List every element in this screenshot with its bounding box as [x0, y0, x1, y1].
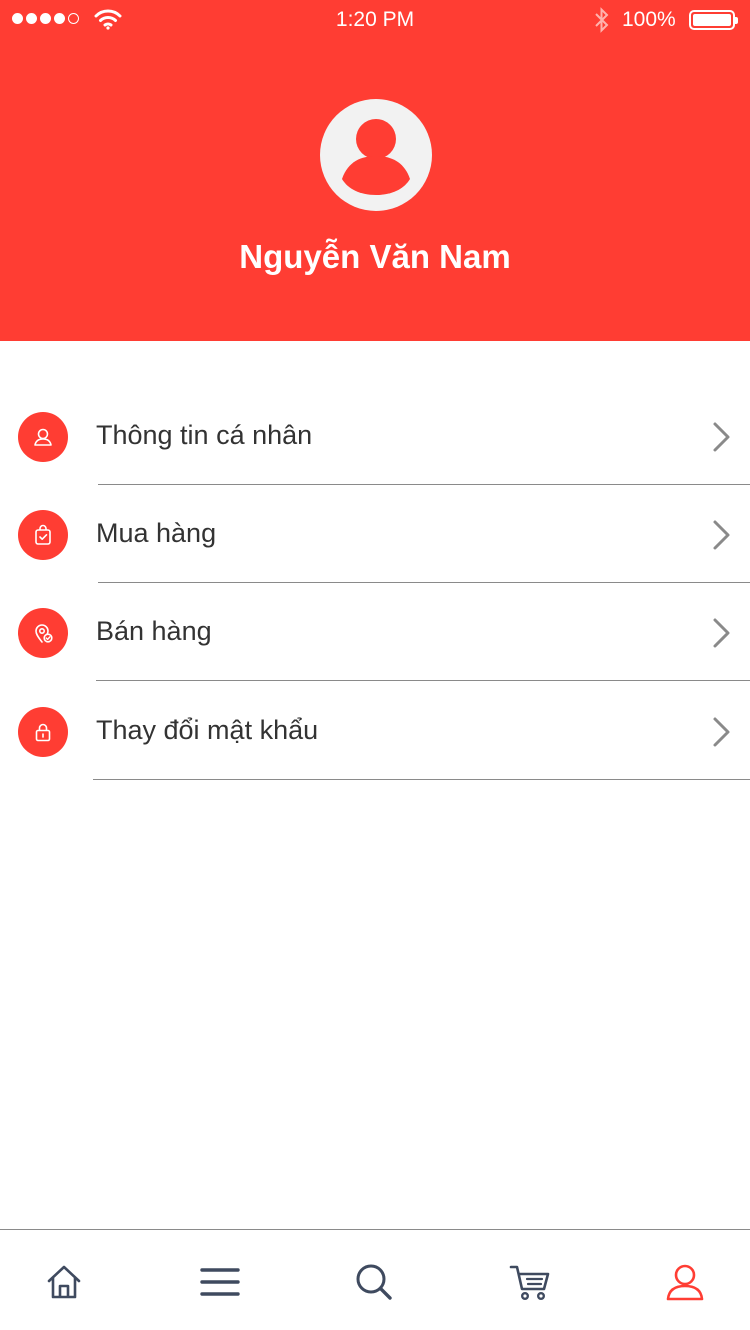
menu-item-label: Thông tin cá nhân: [96, 420, 313, 450]
bottom-nav: [0, 1229, 750, 1330]
nav-cart-button[interactable]: [508, 1260, 552, 1304]
menu-item-purchases[interactable]: Mua hàng: [0, 510, 750, 608]
search-icon: [356, 1264, 392, 1300]
menu-item-change-password[interactable]: Thay đổi mật khẩu: [0, 707, 750, 805]
nav-home-button[interactable]: [42, 1260, 86, 1304]
nav-search-button[interactable]: [352, 1260, 396, 1304]
location-check-icon: [18, 608, 68, 658]
menu-icon: [200, 1268, 240, 1296]
user-avatar-icon: [342, 119, 410, 195]
menu-divider: [98, 582, 750, 583]
user-icon: [18, 412, 68, 462]
menu-item-label: Bán hàng: [96, 616, 212, 646]
battery-icon: [689, 10, 738, 30]
chevron-right-icon: [713, 422, 730, 452]
menu-item-label: Mua hàng: [96, 518, 217, 548]
menu-divider: [98, 484, 750, 485]
menu-divider: [96, 680, 750, 681]
battery-percentage: 100%: [622, 8, 676, 31]
status-bar: 1:20 PM 100%: [0, 0, 750, 40]
menu-item-sales[interactable]: Bán hàng: [0, 608, 750, 706]
cart-icon: [509, 1265, 550, 1301]
chevron-right-icon: [713, 717, 730, 747]
chevron-right-icon: [713, 520, 730, 550]
profile-icon: [666, 1264, 704, 1301]
profile-name: Nguyễn Văn Nam: [239, 238, 511, 275]
nav-profile-button[interactable]: [663, 1260, 707, 1304]
chevron-right-icon: [713, 618, 730, 648]
menu-item-personal-info[interactable]: Thông tin cá nhân: [0, 412, 750, 510]
menu-item-label: Thay đổi mật khẩu: [96, 715, 319, 745]
avatar[interactable]: [320, 99, 432, 211]
shopping-bag-check-icon: [18, 510, 68, 560]
profile-header: 1:20 PM 100% Nguyễn Văn Nam: [0, 0, 750, 341]
menu-divider: [93, 779, 750, 780]
lock-icon: [18, 707, 68, 757]
home-icon: [47, 1265, 81, 1299]
bluetooth-icon: [595, 7, 609, 33]
nav-menu-button[interactable]: [198, 1260, 242, 1304]
